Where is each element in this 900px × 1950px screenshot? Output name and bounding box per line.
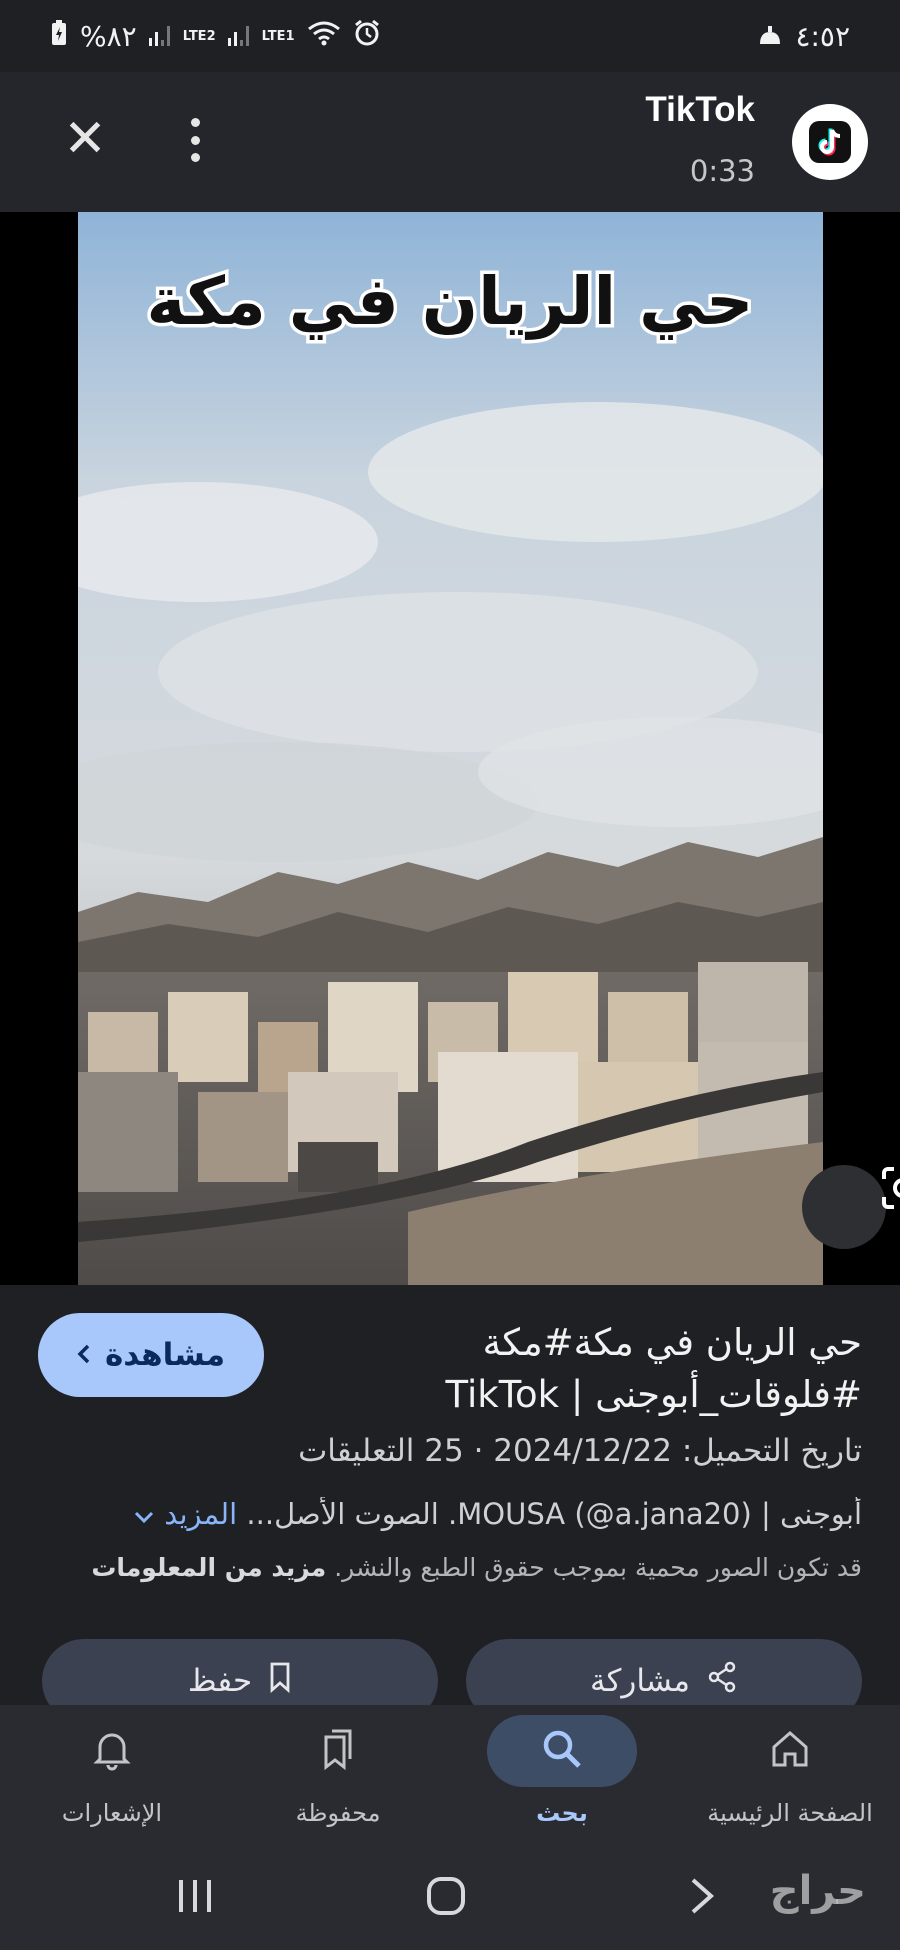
watch-button[interactable]: مشاهدة (38, 1313, 264, 1397)
wifi-icon (307, 20, 341, 53)
notification-icon (757, 20, 783, 53)
nav-label-search: بحث (536, 1799, 588, 1827)
alarm-icon (353, 19, 381, 54)
signal-icon (148, 20, 171, 53)
nav-label-saved: محفوظة (295, 1799, 381, 1827)
search-icon (540, 1727, 584, 1775)
close-button[interactable]: ✕ (60, 108, 110, 170)
signal-icon-2 (227, 20, 250, 53)
home-icon (768, 1727, 812, 1775)
watermark-logo: حراج (769, 1868, 866, 1914)
clock-time: ٤:٥٢ (795, 19, 850, 53)
tiktok-logo[interactable] (792, 104, 868, 180)
source-description: أبوجنى | (MOUSA (@a.jana20. الصوت الأصل.… (32, 1497, 862, 1531)
battery-level: %٨٢ (80, 19, 137, 53)
nav-item-home[interactable]: الصفحة الرئيسية (690, 1715, 890, 1835)
video-duration: 0:33 (689, 154, 755, 188)
result-info-panel: مشاهدة حي الريان في مكة#مكة #فلوقات_أبوج… (0, 1285, 900, 1723)
result-title-line2: #فلوقات_أبوجنى | TikTok (445, 1373, 862, 1416)
chevron-left-icon (77, 1337, 91, 1373)
nav-label-home: الصفحة الرئيسية (707, 1799, 873, 1827)
sim2-label: LTE2 (182, 28, 216, 44)
nav-item-notifications[interactable]: الإشعارات (12, 1715, 212, 1835)
copyright-text: قد تكون الصور محمية بموجب حقوق الطبع وال… (334, 1553, 862, 1582)
source-text: أبوجنى | (MOUSA (@a.jana20. الصوت الأصل.… (246, 1497, 862, 1531)
home-circle-icon (425, 1875, 467, 1921)
lens-search-button[interactable] (802, 1165, 900, 1249)
status-icons-right: ٤:٥٢ (757, 20, 850, 53)
bookmark-icon (268, 1661, 292, 1701)
bottom-navigation: الصفحة الرئيسية بحث محفوظة الإشعارات (0, 1705, 900, 1845)
overlay-caption: حي الريان في مكة (147, 263, 754, 340)
watch-label: مشاهدة (104, 1337, 226, 1373)
close-icon: ✕ (63, 109, 107, 169)
share-icon (706, 1661, 738, 1701)
nav-item-search[interactable]: بحث (462, 1715, 662, 1835)
more-info-link[interactable]: مزيد من المعلومات (91, 1553, 326, 1582)
upload-date-comments: تاريخ التحميل: 2024/12/22 · 25 التعليقات (298, 1433, 862, 1469)
more-options-button[interactable] (180, 112, 210, 168)
back-button[interactable] (672, 1873, 732, 1923)
status-icons-left: %٨٢ LTE2 LTE1 (50, 19, 381, 54)
status-bar: %٨٢ LTE2 LTE1 ٤:٥٢ (0, 0, 900, 72)
nav-item-saved[interactable]: محفوظة (238, 1715, 438, 1835)
city-photo: حي الريان في مكة (78, 212, 823, 1285)
result-title[interactable]: حي الريان في مكة#مكة #فلوقات_أبوجنى | Ti… (342, 1317, 862, 1421)
share-label: مشاركة (589, 1663, 691, 1699)
recent-apps-button[interactable] (165, 1873, 225, 1923)
viewer-header: ✕ TikTok 0:33 (0, 72, 900, 212)
save-label: حفظ (187, 1663, 253, 1699)
system-navigation-bar (0, 1845, 900, 1950)
more-link[interactable]: المزيد (133, 1497, 237, 1531)
tiktok-note-icon (809, 121, 851, 163)
bookmarks-icon (316, 1727, 360, 1775)
battery-icon (50, 19, 68, 54)
back-chevron-icon (687, 1876, 717, 1920)
image-preview[interactable]: حي الريان في مكة (0, 212, 900, 1285)
more-vert-icon-dot (190, 118, 200, 127)
bell-icon (90, 1727, 134, 1775)
copyright-notice: قد تكون الصور محمية بموجب حقوق الطبع وال… (32, 1553, 862, 1582)
source-app-name: TikTok (645, 90, 755, 129)
home-system-button[interactable] (416, 1873, 476, 1923)
result-title-line1: حي الريان في مكة#مكة (482, 1321, 862, 1364)
recents-icon (175, 1878, 215, 1918)
nav-label-notifications: الإشعارات (61, 1799, 163, 1827)
sim1-label: LTE1 (261, 28, 295, 44)
